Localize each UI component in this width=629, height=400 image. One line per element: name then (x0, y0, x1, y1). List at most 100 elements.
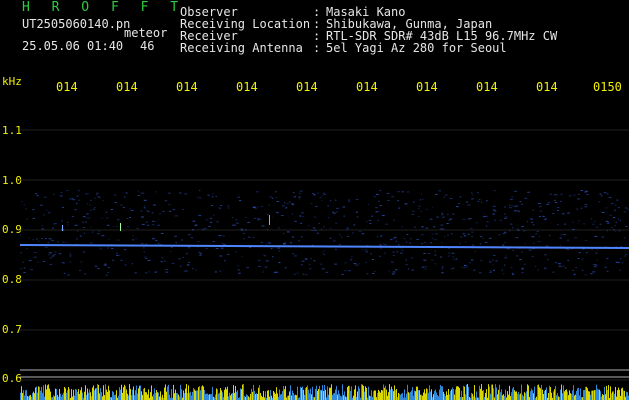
noise-dot (123, 206, 125, 208)
baseline-bar (384, 387, 385, 400)
noise-dot (504, 216, 508, 218)
baseline-bar (567, 391, 568, 400)
baseline-bar (464, 386, 465, 400)
noise-dot (276, 200, 280, 202)
noise-dot (425, 227, 428, 229)
noise-dot (182, 256, 185, 258)
noise-dot (26, 247, 28, 249)
noise-dot (94, 197, 96, 199)
noise-dot (471, 198, 474, 200)
noise-dot (619, 219, 621, 221)
baseline-bar (39, 386, 40, 400)
noise-dot (98, 247, 101, 249)
baseline-bar (518, 391, 519, 400)
baseline-bar (377, 392, 378, 400)
noise-dot (476, 222, 478, 224)
noise-dot (210, 205, 213, 207)
noise-dot (323, 192, 325, 194)
noise-dot (584, 206, 588, 208)
baseline-bar (230, 395, 231, 400)
noise-dot (462, 267, 466, 269)
noise-dot (157, 243, 160, 245)
noise-dot (422, 198, 424, 200)
noise-dot (546, 203, 549, 205)
baseline-bar (243, 384, 244, 400)
noise-dot (313, 230, 317, 232)
baseline-bar (570, 393, 571, 400)
noise-dot (116, 252, 118, 254)
noise-dot (53, 193, 55, 195)
noise-dot (622, 262, 624, 264)
noise-dot (601, 211, 605, 213)
noise-dot (195, 269, 197, 271)
baseline-bar (534, 386, 535, 400)
baseline-bar (27, 396, 28, 400)
noise-dot (463, 265, 467, 267)
noise-dot (562, 265, 565, 267)
baseline-bar (620, 395, 621, 400)
baseline-bar (179, 396, 180, 400)
baseline-bar (176, 393, 177, 400)
baseline-bar (275, 393, 276, 400)
noise-dot (140, 216, 144, 218)
noise-dot (215, 195, 217, 197)
noise-dot (509, 223, 513, 225)
noise-dot (136, 228, 139, 230)
noise-dot (165, 269, 169, 271)
noise-dot (367, 203, 370, 205)
baseline-bar (502, 395, 503, 400)
baseline-bar (186, 384, 187, 400)
noise-dot (107, 271, 109, 273)
noise-dot (299, 215, 302, 217)
baseline-bar (409, 392, 410, 400)
noise-dot (107, 247, 110, 249)
noise-dot (594, 220, 596, 222)
baseline-strip (20, 384, 629, 400)
noise-dot (571, 221, 574, 223)
baseline-bar (413, 395, 414, 400)
baseline-bar (295, 394, 296, 400)
baseline-bar (449, 394, 450, 400)
noise-dot (271, 197, 274, 199)
baseline-bar (108, 385, 109, 400)
baseline-bar (122, 392, 123, 400)
baseline-bar (557, 393, 558, 400)
noise-dot (89, 209, 92, 211)
noise-dot (175, 242, 178, 244)
noise-dot (278, 250, 281, 252)
noise-dot (438, 190, 442, 192)
noise-dot (447, 252, 451, 254)
baseline-bar (531, 388, 532, 400)
noise-dot (263, 254, 265, 256)
noise-dot (347, 199, 350, 201)
noise-dot (495, 260, 498, 262)
noise-dot (486, 221, 489, 223)
noise-dot (447, 234, 449, 236)
baseline-bar (265, 391, 266, 400)
noise-dot (319, 197, 322, 199)
noise-dot (336, 207, 339, 209)
baseline-bar (97, 384, 98, 400)
noise-dot (521, 267, 524, 269)
baseline-bar (138, 388, 139, 400)
noise-dot (396, 251, 398, 253)
noise-dot (469, 262, 472, 264)
baseline-bar (357, 391, 358, 400)
noise-dot (237, 269, 241, 271)
noise-dot (616, 199, 619, 201)
baseline-bar (131, 395, 132, 400)
noise-dot (572, 269, 575, 271)
baseline-bar (426, 388, 427, 400)
noise-dot (243, 233, 245, 235)
baseline-bar (315, 388, 316, 400)
baseline-bar (532, 390, 533, 400)
baseline-bar (144, 388, 145, 400)
noise-dot (299, 190, 303, 192)
noise-dot (394, 269, 398, 271)
noise-dot (308, 263, 311, 265)
noise-dot (515, 255, 519, 257)
baseline-bar (546, 387, 547, 400)
baseline-bar (291, 395, 292, 400)
baseline-bar (105, 384, 106, 400)
noise-dot (321, 228, 323, 230)
